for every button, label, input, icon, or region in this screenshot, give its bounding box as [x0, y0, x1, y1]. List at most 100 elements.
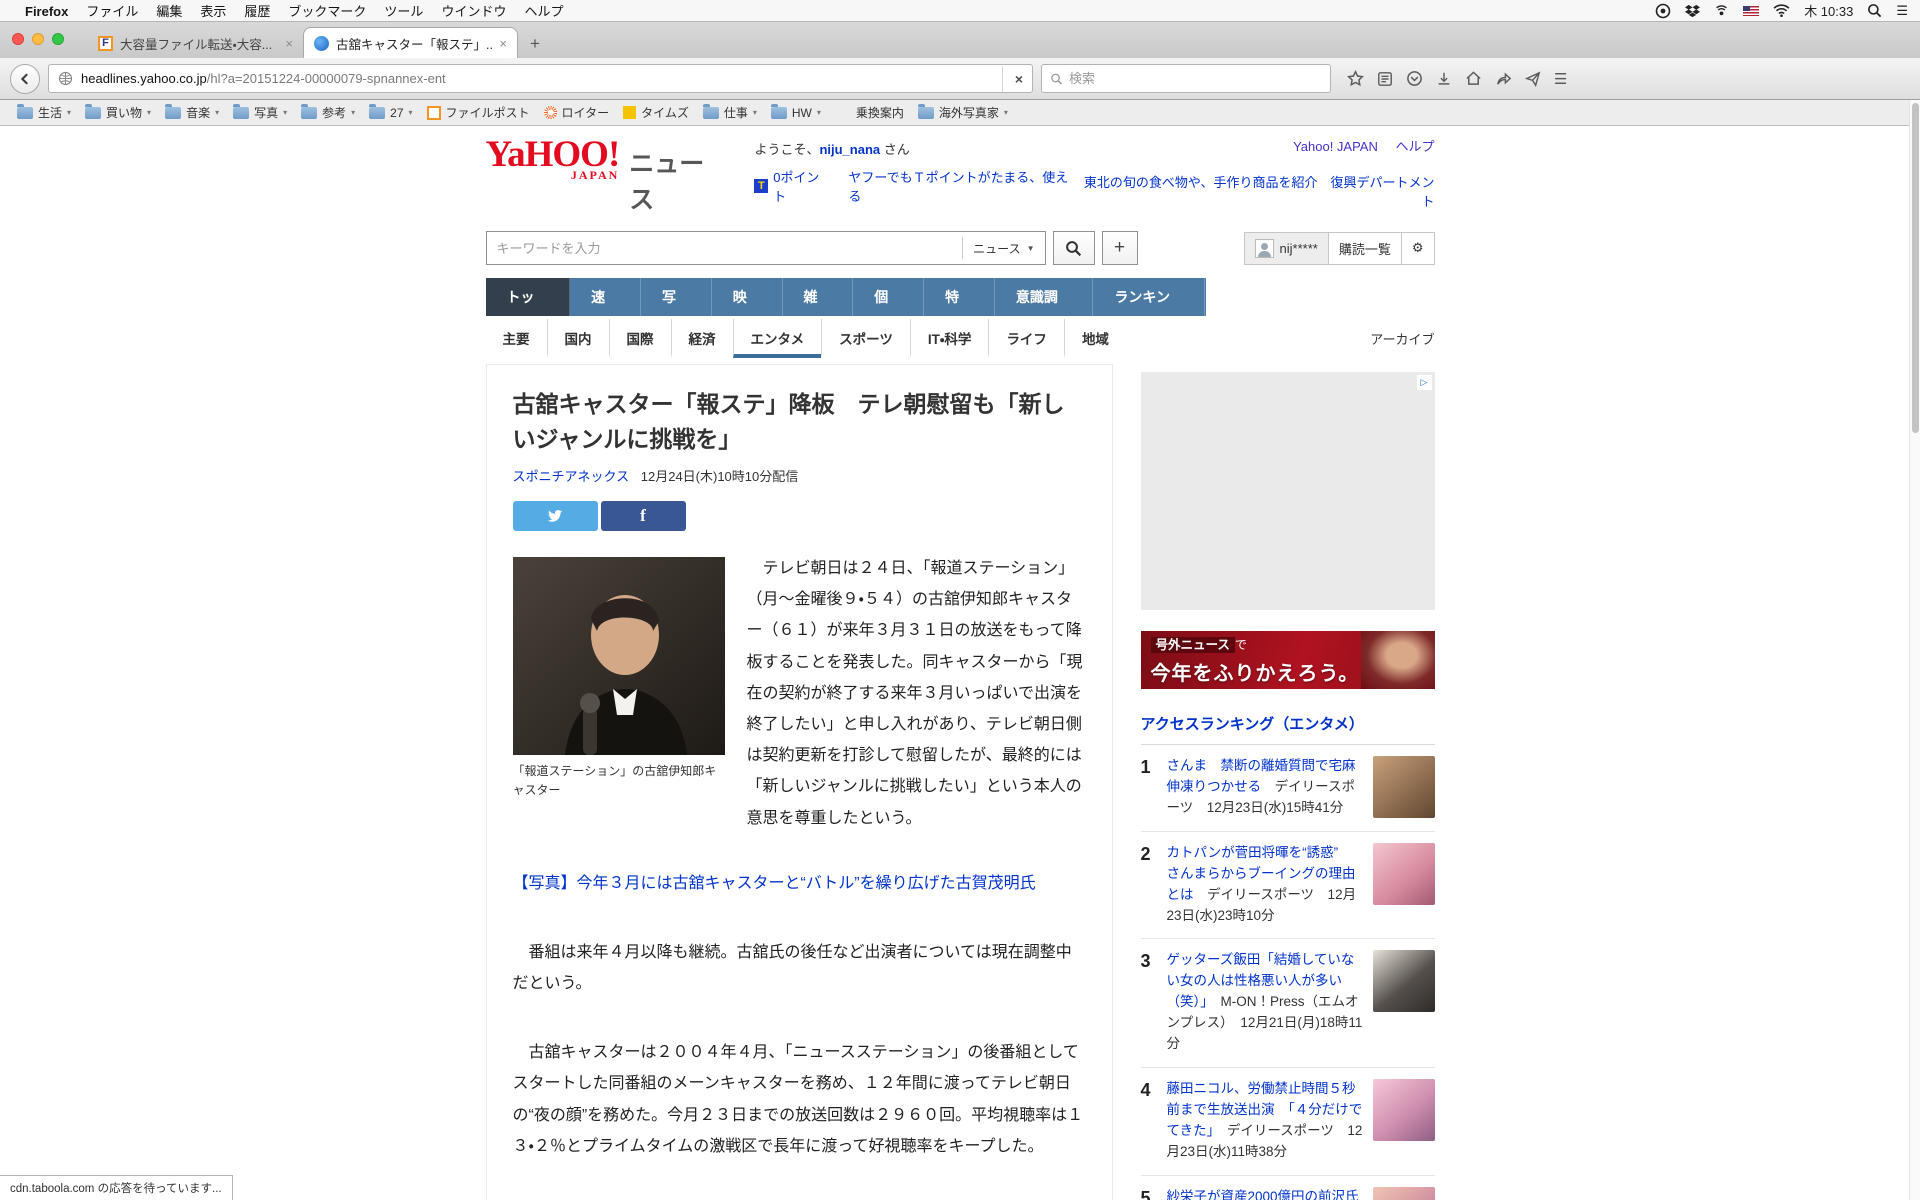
browser-search-input[interactable]: [1069, 71, 1322, 86]
yahoo-japan-logo[interactable]: YaHOO! JAPAN: [486, 136, 620, 181]
news-search-input[interactable]: [487, 241, 963, 256]
news-nav-tab[interactable]: 速報: [570, 278, 641, 316]
news-nav-tab[interactable]: 写真: [641, 278, 712, 316]
url-text[interactable]: headlines.yahoo.co.jp/hl?a=20151224-0000…: [81, 71, 446, 86]
tab-close-icon[interactable]: ×: [499, 36, 507, 51]
stop-load-icon[interactable]: ×: [1002, 66, 1023, 92]
pocket-icon[interactable]: [1406, 70, 1423, 87]
adchoices-icon[interactable]: ▷: [1417, 375, 1432, 390]
points-promo-link[interactable]: ヤフーでもＴポイントがたまる、使える: [848, 167, 1076, 205]
close-window-button[interactable]: [12, 33, 24, 45]
news-nav-tab[interactable]: 雑誌: [783, 278, 854, 316]
news-subnav-tab[interactable]: 主要: [486, 319, 547, 358]
article-source-link[interactable]: スポニチアネックス: [513, 469, 630, 484]
photo-link[interactable]: 【写真】今年３月には古舘キャスターと“バトル”を繰り広げた古賀茂明氏: [513, 868, 1086, 899]
ranking-title-link[interactable]: 紗栄子が資産2000億円の前沢氏と初ツーショット: [1167, 1189, 1359, 1200]
creative-cloud-icon[interactable]: [1655, 3, 1671, 19]
news-nav-tab[interactable]: 特集: [924, 278, 995, 316]
page-scrollbar[interactable]: [1909, 100, 1920, 1200]
news-subnav-tab[interactable]: ライフ: [988, 319, 1064, 358]
yahoo-japan-link[interactable]: Yahoo! JAPAN: [1293, 139, 1378, 154]
bookmark-item[interactable]: 海外写真家 ▾: [911, 100, 1015, 125]
news-nav-tab[interactable]: 個人: [853, 278, 924, 316]
facebook-share-button[interactable]: f: [601, 501, 686, 531]
news-nav-tab[interactable]: トップ: [486, 278, 571, 316]
input-source-flag-icon[interactable]: [1743, 6, 1759, 16]
tab-close-icon[interactable]: ×: [285, 36, 293, 51]
menubar-item[interactable]: 表示: [191, 4, 235, 19]
search-scope-dropdown[interactable]: ニュース▼: [962, 237, 1044, 259]
ranking-item[interactable]: 3 ゲッターズ飯田「結婚していない女の人は性格悪い人が多い（笑）」 M-ON！P…: [1141, 939, 1435, 1068]
download-icon[interactable]: [1436, 71, 1452, 87]
news-nav-tab[interactable]: 意識調査: [995, 278, 1094, 316]
bookmark-item[interactable]: 27 ▾: [362, 100, 419, 125]
news-subnav-tab[interactable]: スポーツ: [821, 319, 910, 358]
url-bar[interactable]: headlines.yahoo.co.jp/hl?a=20151224-0000…: [48, 64, 1033, 93]
news-subnav-tab[interactable]: IT・科学: [910, 319, 989, 358]
ranking-item[interactable]: 5 紗栄子が資産2000億円の前沢氏と初ツーショット 日刊スポーツ 12月23日…: [1141, 1176, 1435, 1200]
bookmark-item[interactable]: ファイルポスト ▾: [420, 100, 537, 125]
menubar-item[interactable]: ウインドウ: [432, 4, 515, 19]
twitter-share-button[interactable]: [513, 501, 598, 531]
bookmark-item[interactable]: 仕事 ▾: [696, 100, 764, 125]
gogai-banner[interactable]: 号外ニュースで 今年をふりかえろう。: [1141, 631, 1435, 689]
menubar-item[interactable]: 履歴: [235, 4, 279, 19]
tohoku-promo-link[interactable]: 東北の旬の食べ物や、手作り商品を紹介 復興デパートメント: [1077, 172, 1435, 210]
reading-list-icon[interactable]: [1377, 71, 1393, 87]
dropbox-icon[interactable]: [1685, 3, 1700, 18]
bookmark-item[interactable]: HW ▾: [764, 100, 828, 125]
menubar-item[interactable]: ツール: [375, 4, 432, 19]
bookmark-item[interactable]: 参考 ▾: [294, 100, 362, 125]
menubar-item[interactable]: 編集: [147, 4, 191, 19]
bookmark-item[interactable]: タイムズ ▾: [616, 100, 696, 125]
bookmark-item[interactable]: 買い物 ▾: [78, 100, 158, 125]
news-service-logo[interactable]: ニュース: [629, 144, 726, 216]
volume-icon[interactable]: [1714, 3, 1729, 18]
browser-tab-active[interactable]: 古舘キャスター「報ステ」... ×: [303, 27, 518, 58]
menubar-item[interactable]: ヘルプ: [515, 4, 572, 19]
article-photo-block[interactable]: 「報道ステーション」の古舘伊知郎キャスター: [513, 557, 725, 799]
bookmark-item[interactable]: 音楽 ▾: [158, 100, 226, 125]
spotlight-icon[interactable]: [1867, 3, 1882, 18]
scrollbar-thumb[interactable]: [1912, 103, 1919, 433]
add-keyword-button[interactable]: +: [1102, 231, 1138, 265]
menubar-item[interactable]: Firefox: [16, 4, 77, 19]
bookmark-star-icon[interactable]: [1347, 70, 1364, 87]
user-id-cell[interactable]: nij*****: [1245, 233, 1328, 264]
subscriptions-link[interactable]: 購読一覧: [1328, 233, 1401, 264]
news-nav-tab[interactable]: 映像: [712, 278, 783, 316]
send-icon[interactable]: [1525, 71, 1541, 87]
ranking-item[interactable]: 1 さんま 禁断の離婚質問で宅麻伸凍りつかせる デイリースポーツ 12月23日(…: [1141, 745, 1435, 832]
new-tab-button[interactable]: +: [518, 34, 552, 58]
minimize-window-button[interactable]: [32, 33, 44, 45]
ranking-thumbnail[interactable]: [1373, 1187, 1435, 1200]
ad-placeholder[interactable]: ▷: [1141, 372, 1435, 610]
points-link[interactable]: 0ポイント: [773, 167, 831, 205]
ranking-thumbnail[interactable]: [1373, 843, 1435, 905]
user-name-link[interactable]: niju_nana: [819, 142, 880, 157]
menubar-item[interactable]: ファイル: [77, 4, 147, 19]
news-subnav-tab[interactable]: エンタメ: [733, 319, 822, 358]
ranking-item[interactable]: 4 藤田ニコル、労働禁止時間５秒前まで生放送出演 「４分だけでてきた」 デイリー…: [1141, 1068, 1435, 1176]
ranking-item[interactable]: 2 カトパンが菅田将暉を“誘惑” さんまらからブーイングの理由とは デイリースポ…: [1141, 832, 1435, 940]
share-icon[interactable]: [1495, 70, 1512, 87]
browser-search-box[interactable]: [1041, 64, 1331, 93]
news-search-box[interactable]: ニュース▼: [486, 231, 1046, 265]
window-controls[interactable]: [12, 33, 64, 45]
bookmark-item[interactable]: 乗換案内 ▾: [828, 100, 911, 125]
news-subnav-tab[interactable]: 国際: [609, 319, 671, 358]
bookmark-item[interactable]: ロイター ▾: [537, 100, 617, 125]
ranking-thumbnail[interactable]: [1373, 756, 1435, 818]
ranking-thumbnail[interactable]: [1373, 1079, 1435, 1141]
back-button[interactable]: [10, 64, 40, 94]
browser-tab[interactable]: F 大容量ファイル転送・大容... ×: [88, 28, 303, 58]
bookmark-item[interactable]: 生活 ▾: [10, 100, 78, 125]
zoom-window-button[interactable]: [52, 33, 64, 45]
news-subnav-tab[interactable]: 国内: [547, 319, 609, 358]
archive-link[interactable]: アーカイブ: [1370, 329, 1434, 348]
home-icon[interactable]: [1465, 70, 1482, 87]
search-submit-button[interactable]: [1053, 231, 1095, 265]
ranking-thumbnail[interactable]: [1373, 950, 1435, 1012]
notification-center-icon[interactable]: ☰: [1896, 3, 1908, 19]
news-subnav-tab[interactable]: 地域: [1064, 319, 1126, 358]
